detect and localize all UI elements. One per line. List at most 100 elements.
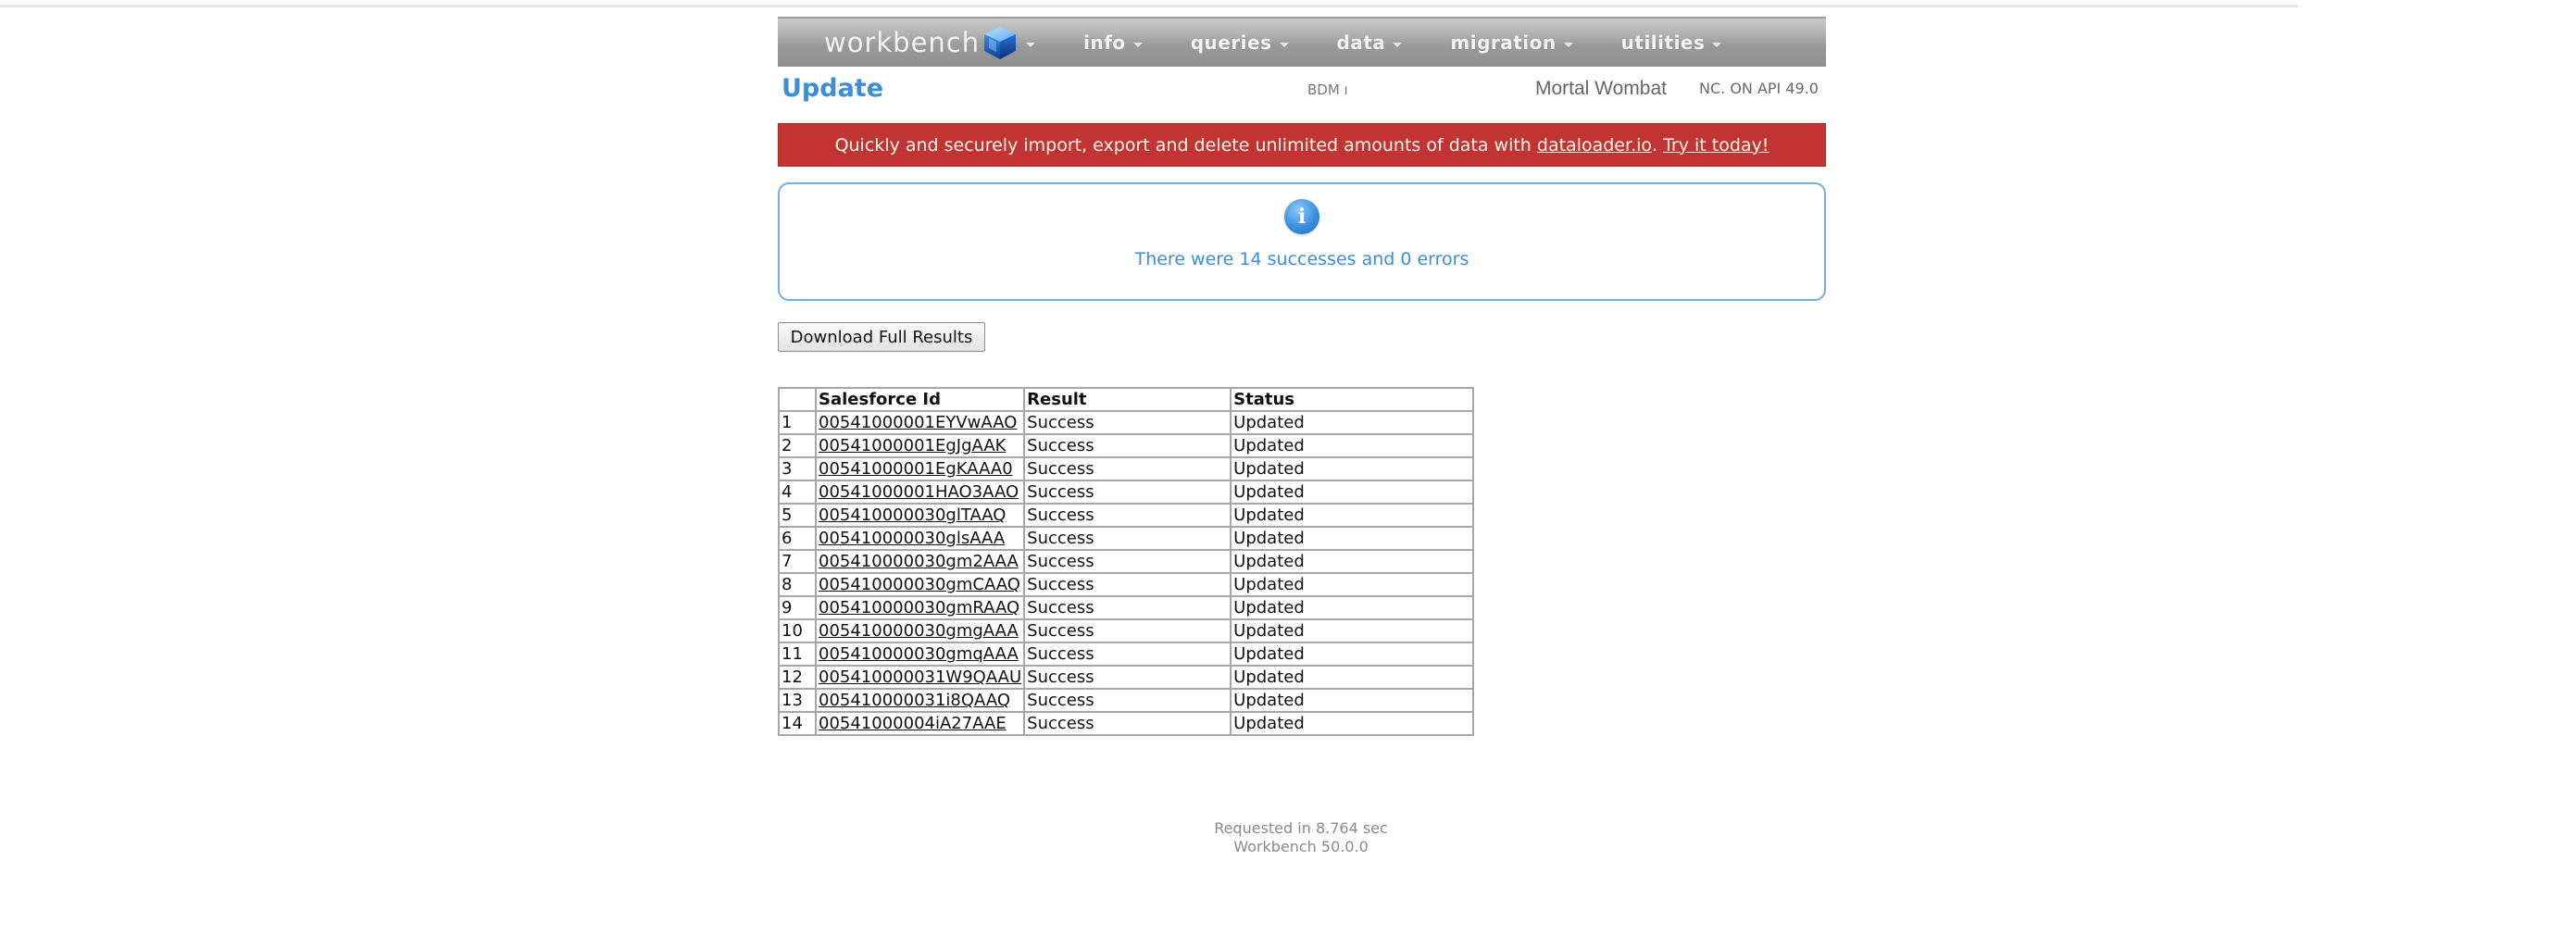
table-row: 7 005410000030gm2AAA Success Updated xyxy=(778,549,1475,574)
salesforce-id-link[interactable]: 005410000030gmCAAQ xyxy=(819,575,1020,594)
salesforce-id-cell: 00541000001EgKAAA0 xyxy=(814,456,1026,481)
results-table: Salesforce Id Result Status 1 00541000001… xyxy=(778,387,1475,736)
table-row: 11 005410000030gmqAAA Success Updated xyxy=(778,642,1475,667)
status-cell: Updated xyxy=(1230,688,1475,713)
dataloader-link[interactable]: dataloader.io xyxy=(1537,135,1652,156)
table-row: 10 005410000030gmgAAA Success Updated xyxy=(778,618,1475,643)
menu-label: migration xyxy=(1450,31,1557,54)
salesforce-id-link[interactable]: 005410000031W9QAAU xyxy=(819,667,1021,687)
salesforce-id-cell: 005410000030glTAAQ xyxy=(814,503,1026,528)
page-footer: Requested in 8.764 sec Workbench 50.0.0 xyxy=(1116,819,1486,856)
row-number: 13 xyxy=(778,688,817,713)
result-cell: Success xyxy=(1023,433,1232,458)
page-container: workbench info queries data migration ut… xyxy=(778,17,1826,352)
salesforce-id-cell: 005410000031W9QAAU xyxy=(814,665,1026,690)
column-header-salesforce-id: Salesforce Id xyxy=(814,387,1026,412)
chevron-down-icon xyxy=(1279,42,1289,47)
menu-info[interactable]: info xyxy=(1083,31,1143,54)
workbench-version: Workbench 50.0.0 xyxy=(1233,838,1369,855)
salesforce-id-cell: 005410000030gmCAAQ xyxy=(814,572,1026,597)
salesforce-id-link[interactable]: 00541000001EYVwAAO xyxy=(819,413,1017,432)
row-number: 8 xyxy=(778,572,817,597)
status-cell: Updated xyxy=(1230,503,1475,528)
chevron-down-icon xyxy=(1563,42,1573,47)
table-row: 1 00541000001EYVwAAO Success Updated xyxy=(778,410,1475,435)
result-cell: Success xyxy=(1023,572,1232,597)
status-cell: Updated xyxy=(1230,642,1475,667)
menu-data[interactable]: data xyxy=(1337,31,1403,54)
table-row: 5 005410000030glTAAQ Success Updated xyxy=(778,503,1475,528)
promo-banner: Quickly and securely import, export and … xyxy=(778,123,1826,167)
salesforce-id-link[interactable]: 005410000030glTAAQ xyxy=(819,505,1006,525)
chevron-down-icon xyxy=(1393,42,1403,47)
salesforce-id-cell: 005410000030gm2AAA xyxy=(814,549,1026,574)
salesforce-id-link[interactable]: 005410000031i8QAAQ xyxy=(819,691,1010,710)
table-row: 6 005410000030glsAAA Success Updated xyxy=(778,526,1475,551)
banner-text: Quickly and securely import, export and … xyxy=(834,134,1537,156)
table-row: 13 005410000031i8QAAQ Success Updated xyxy=(778,688,1475,713)
result-cell: Success xyxy=(1023,618,1232,643)
salesforce-id-cell: 005410000031i8QAAQ xyxy=(814,688,1026,713)
salesforce-id-link[interactable]: 005410000030glsAAA xyxy=(819,529,1005,548)
status-cell: Updated xyxy=(1230,618,1475,643)
table-row: 3 00541000001EgKAAA0 Success Updated xyxy=(778,456,1475,481)
result-cell: Success xyxy=(1023,549,1232,574)
salesforce-id-link[interactable]: 00541000004iA27AAE xyxy=(819,714,1007,733)
menu-queries[interactable]: queries xyxy=(1191,31,1289,54)
salesforce-id-cell: 00541000004iA27AAE xyxy=(814,711,1026,736)
salesforce-id-link[interactable]: 005410000030gm2AAA xyxy=(819,552,1019,571)
salesforce-id-link[interactable]: 005410000030gmqAAA xyxy=(819,644,1019,664)
row-number: 11 xyxy=(778,642,817,667)
page-title: Update xyxy=(782,74,884,103)
table-row: 12 005410000031W9QAAU Success Updated xyxy=(778,665,1475,690)
status-cell: Updated xyxy=(1230,711,1475,736)
request-timing: Requested in 8.764 sec xyxy=(1214,819,1388,837)
column-header-number xyxy=(778,387,817,412)
column-header-result: Result xyxy=(1023,387,1232,412)
row-number: 7 xyxy=(778,549,817,574)
menu-label: info xyxy=(1083,31,1126,54)
chevron-down-icon xyxy=(1026,42,1036,47)
salesforce-id-link[interactable]: 005410000030gmRAAQ xyxy=(819,598,1019,617)
menu-utilities[interactable]: utilities xyxy=(1621,31,1722,54)
result-cell: Success xyxy=(1023,526,1232,551)
status-cell: Updated xyxy=(1230,410,1475,435)
info-icon: i xyxy=(1284,199,1319,234)
salesforce-id-link[interactable]: 00541000001EgKAAA0 xyxy=(819,459,1013,479)
status-cell: Updated xyxy=(1230,665,1475,690)
table-header-row: Salesforce Id Result Status xyxy=(778,387,1475,412)
brand-name: workbench xyxy=(824,27,981,58)
salesforce-id-link[interactable]: 005410000030gmgAAA xyxy=(819,621,1019,641)
download-full-results-button[interactable]: Download Full Results xyxy=(778,322,985,352)
result-cell: Success xyxy=(1023,480,1232,505)
result-cell: Success xyxy=(1023,456,1232,481)
column-header-status: Status xyxy=(1230,387,1475,412)
row-number: 3 xyxy=(778,456,817,481)
result-cell: Success xyxy=(1023,642,1232,667)
menu-label: utilities xyxy=(1620,31,1706,54)
table-row: 2 00541000001EgJgAAK Success Updated xyxy=(778,433,1475,458)
result-cell: Success xyxy=(1023,410,1232,435)
try-it-today-link[interactable]: Try it today! xyxy=(1663,135,1769,156)
salesforce-id-link[interactable]: 00541000001EgJgAAK xyxy=(819,436,1006,455)
salesforce-id-cell: 005410000030gmgAAA xyxy=(814,618,1026,643)
result-cell: Success xyxy=(1023,665,1232,690)
menu-label: data xyxy=(1336,31,1386,54)
status-cell: Updated xyxy=(1230,456,1475,481)
cube-logo-icon xyxy=(984,27,1017,59)
row-number: 1 xyxy=(778,410,817,435)
row-number: 5 xyxy=(778,503,817,528)
api-version: NC. ON API 49.0 xyxy=(1699,80,1819,97)
row-number: 10 xyxy=(778,618,817,643)
result-cell: Success xyxy=(1023,688,1232,713)
row-number: 2 xyxy=(778,433,817,458)
salesforce-id-link[interactable]: 00541000001HAO3AAO xyxy=(819,482,1019,502)
status-cell: Updated xyxy=(1230,480,1475,505)
row-number: 6 xyxy=(778,526,817,551)
menu-label: queries xyxy=(1190,31,1272,54)
brand-menu[interactable]: workbench xyxy=(824,24,1036,61)
banner-separator: . xyxy=(1652,134,1664,156)
menu-migration[interactable]: migration xyxy=(1450,31,1573,54)
salesforce-id-cell: 00541000001HAO3AAO xyxy=(814,480,1026,505)
chevron-down-icon xyxy=(1132,42,1143,47)
